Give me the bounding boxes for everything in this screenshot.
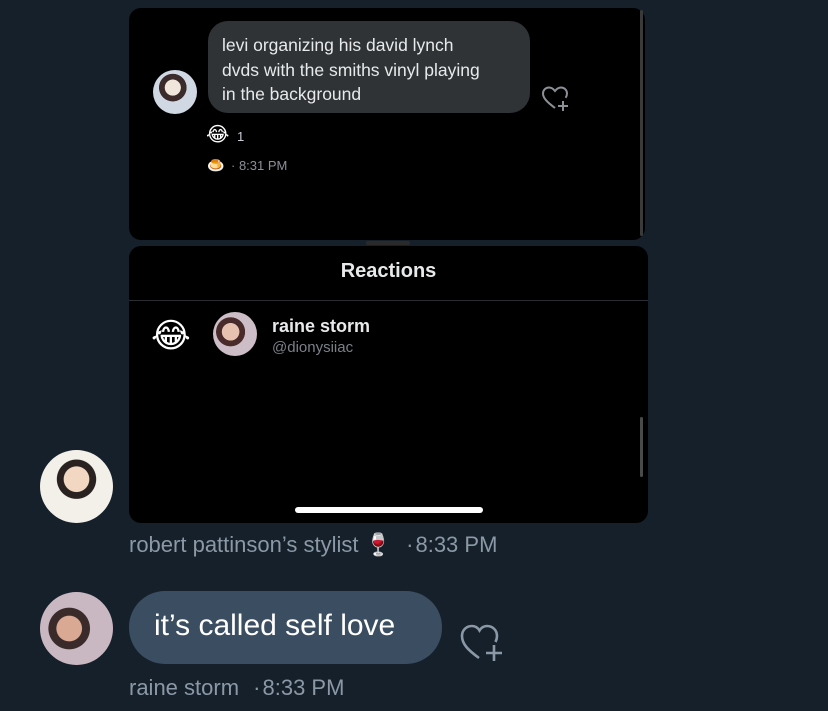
small-emoji: 🍮 — [207, 158, 225, 174]
sender-name: raine storm — [129, 675, 240, 700]
sheet-grabber — [366, 241, 410, 245]
avatar — [213, 312, 257, 356]
divider — [129, 300, 648, 301]
inner-message-text: levi organizing his david lynch dvds wit… — [222, 35, 480, 104]
message-text: it’s called self love — [154, 609, 396, 642]
reactor-name: raine storm — [272, 316, 371, 336]
timestamp: 8:33 PM — [262, 675, 345, 700]
reactions-title: Reactions — [340, 260, 437, 282]
message-meta: raine storm ·8:33 PM — [129, 675, 345, 700]
reaction-emoji-large: 😂 — [151, 316, 191, 356]
reactor-handle: @dionysiiac — [272, 339, 354, 356]
home-indicator — [295, 507, 483, 513]
timestamp: 8:33 PM — [415, 532, 498, 557]
sender-avatar[interactable] — [40, 592, 113, 665]
message-meta: robert pattinson’s stylist 🍷 ·8:33 PM — [129, 532, 498, 558]
sender-name: robert pattinson’s stylist — [129, 532, 359, 557]
inner-timestamp: · 8:31 PM — [231, 158, 288, 173]
avatar — [153, 70, 197, 114]
reactions-sheet — [129, 246, 648, 523]
reaction-emoji: 😂 — [206, 122, 230, 146]
sender-avatar[interactable] — [40, 450, 113, 523]
heart-add-icon — [541, 86, 569, 111]
scrollbar-thumb — [640, 10, 643, 236]
scrollbar-thumb — [640, 417, 643, 477]
reaction-count: 1 — [237, 129, 245, 144]
heart-add-icon[interactable] — [459, 620, 507, 662]
wine-glass-emoji: 🍷 — [364, 533, 393, 558]
